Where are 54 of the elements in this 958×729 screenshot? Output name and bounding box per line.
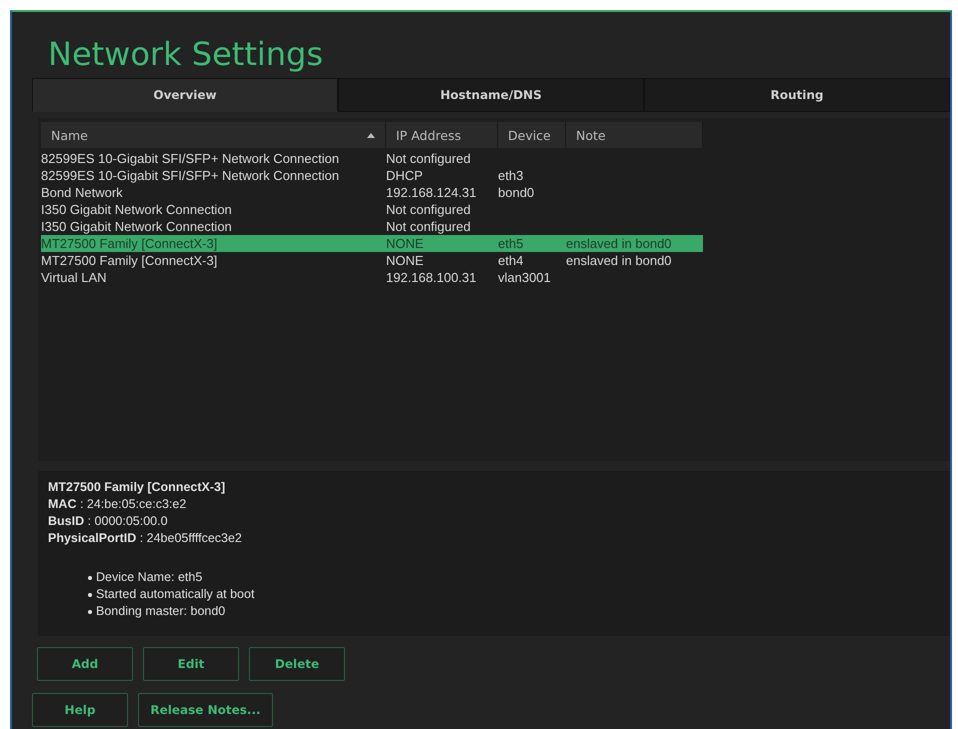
table-cell: 192.168.100.31 [386, 270, 476, 285]
table-row[interactable]: 82599ES 10-Gigabit SFI/SFP+ Network Connection DHCP eth3 [41, 167, 947, 184]
table-cell: MT27500 Family [ConnectX-3] [41, 236, 218, 251]
window-title: Network Settings [48, 34, 324, 74]
table-cell: eth5 [498, 236, 524, 251]
table-cell: enslaved in bond0 [566, 236, 672, 251]
table-cell: DHCP [386, 168, 423, 183]
tab[interactable]: Hostname/DNS [338, 78, 644, 112]
table-cell: Not configured [386, 151, 471, 166]
column-header[interactable]: Note [566, 122, 703, 148]
tab[interactable]: Overview [32, 78, 338, 112]
table-row[interactable]: MT27500 Family [ConnectX-3] NONE eth4 enslaved in bond0 [41, 252, 947, 269]
column-header[interactable]: IP Address [386, 122, 498, 148]
tab[interactable]: Routing [644, 78, 950, 112]
table-cell: vlan3001 [498, 270, 551, 285]
table-cell: NONE [386, 253, 424, 268]
bullet-icon [88, 610, 92, 614]
column-header[interactable]: Device [498, 122, 566, 148]
bullet-text: Started automatically at boot [96, 586, 254, 603]
table-cell: eth3 [498, 168, 524, 183]
column-header[interactable]: Name [41, 122, 386, 148]
table-cell: I350 Gigabit Network Connection [41, 219, 232, 234]
action-button[interactable]: Delete [249, 647, 345, 681]
bullet-text: Bonding master: bond0 [96, 603, 226, 620]
action-button[interactable]: Edit [143, 647, 239, 681]
table-row[interactable]: I350 Gigabit Network Connection Not configured [41, 201, 947, 218]
table-cell: Bond Network [41, 185, 123, 200]
bullet-icon [88, 592, 92, 596]
bullet-text: Device Name: eth5 [96, 569, 202, 586]
table-row[interactable]: Virtual LAN 192.168.100.31 vlan3001 [41, 269, 947, 286]
detail-line: BusID : 0000:05:00.0 [48, 513, 169, 530]
action-button[interactable]: Add [37, 647, 133, 681]
table-cell: NONE [386, 236, 424, 251]
detail-line: PhysicalPortID : 24be05ffffcec3e2 [48, 530, 243, 547]
action-button[interactable]: Help [32, 693, 128, 727]
table-row[interactable]: 82599ES 10-Gigabit SFI/SFP+ Network Connection Not configured [41, 150, 947, 167]
action-button[interactable]: Release Notes... [138, 693, 273, 727]
table-cell: Not configured [386, 202, 471, 217]
table-cell: 82599ES 10-Gigabit SFI/SFP+ Network Connection [41, 168, 340, 183]
table-cell: 82599ES 10-Gigabit SFI/SFP+ Network Connection [41, 151, 340, 166]
table-cell: Virtual LAN [41, 270, 107, 285]
table-cell: 192.168.124.31 [386, 185, 476, 200]
table-cell: Not configured [386, 219, 471, 234]
table-row[interactable]: Bond Network 192.168.124.31 bond0 [41, 184, 947, 201]
details-title: MT27500 Family [ConnectX-3] [48, 479, 226, 496]
table-cell: bond0 [498, 185, 534, 200]
table-cell: I350 Gigabit Network Connection [41, 202, 232, 217]
table-cell: enslaved in bond0 [566, 253, 672, 268]
bullet-icon [88, 576, 92, 580]
detail-line: MAC : 24:be:05:ce:c3:e2 [48, 496, 188, 513]
table-cell: MT27500 Family [ConnectX-3] [41, 253, 218, 268]
table-row[interactable]: MT27500 Family [ConnectX-3] NONE eth5 enslaved in bond0 [41, 235, 703, 252]
table-cell: eth4 [498, 253, 524, 268]
table-row[interactable]: I350 Gigabit Network Connection Not configured [41, 218, 947, 235]
